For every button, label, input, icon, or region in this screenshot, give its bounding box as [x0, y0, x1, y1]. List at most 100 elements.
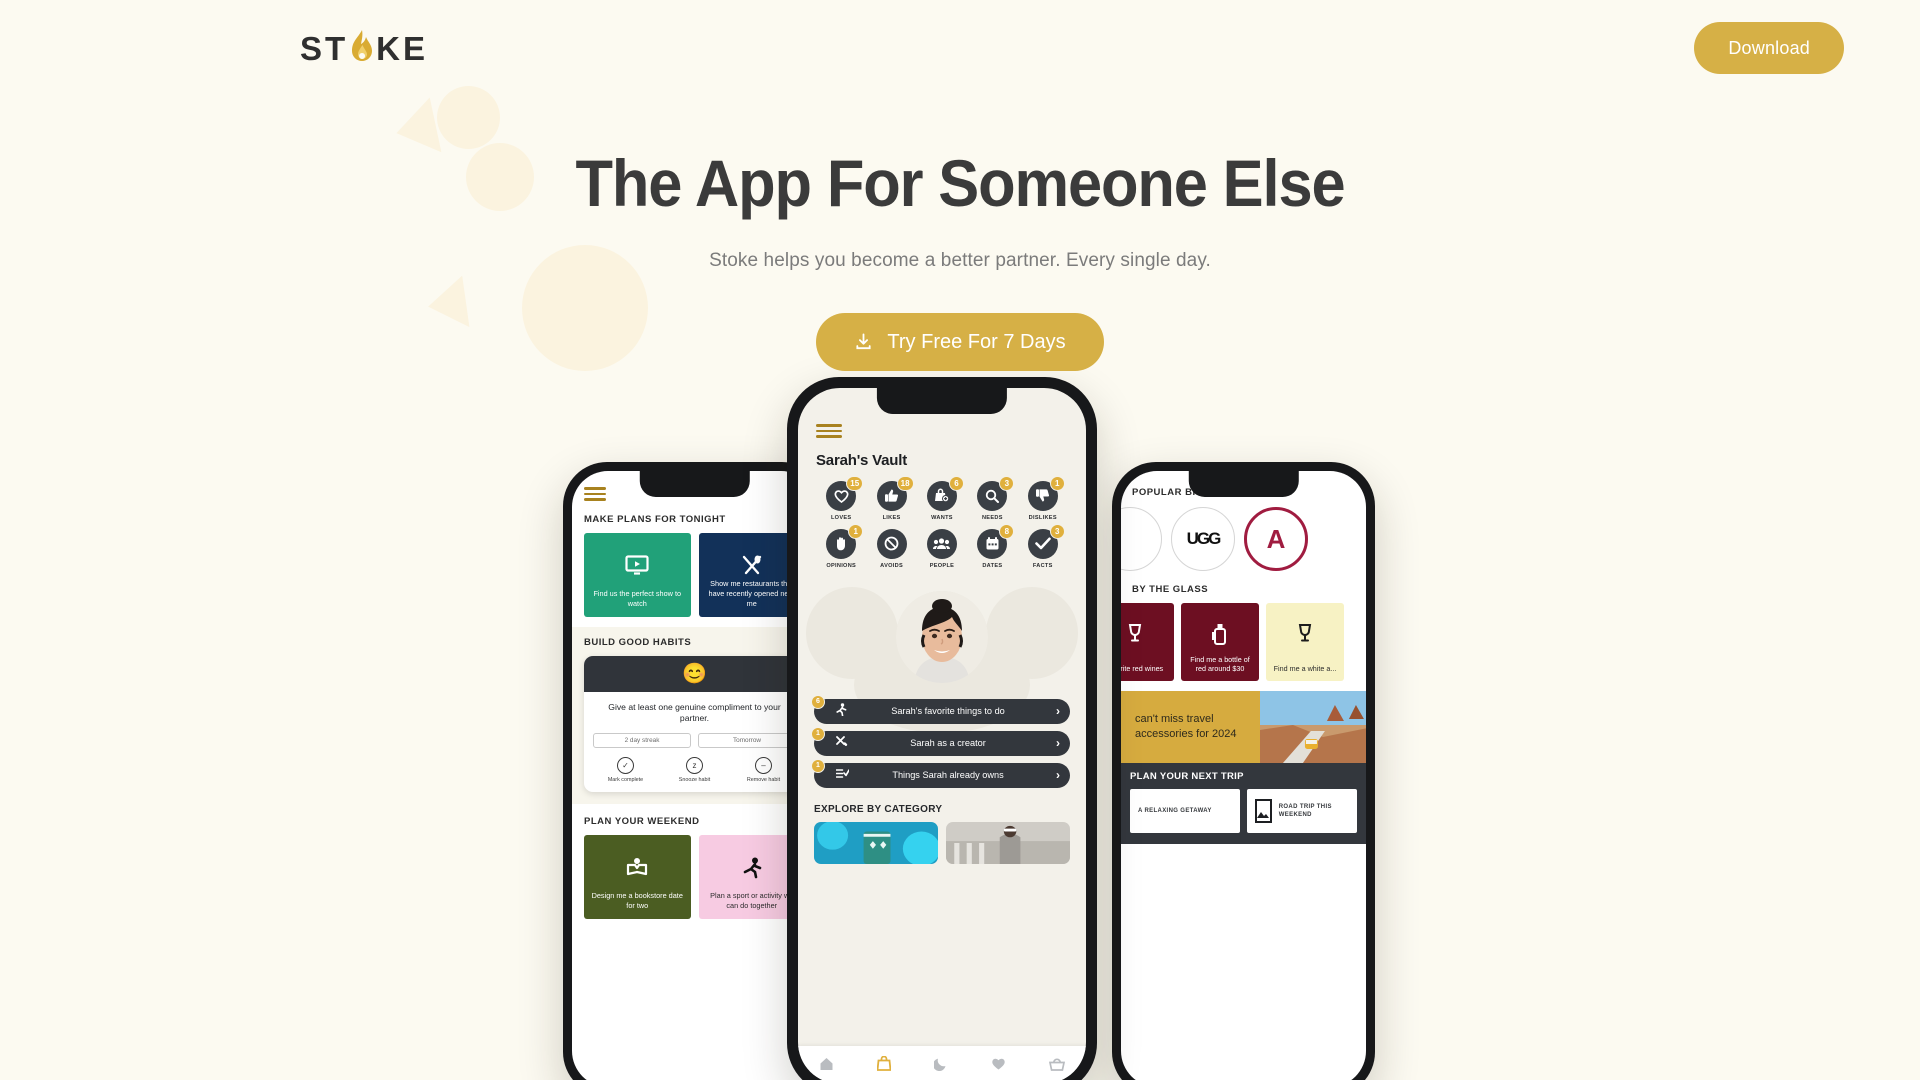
trip-card-label: ROAD TRIP THIS WEEKEND [1278, 803, 1332, 818]
minus-circle-icon: – [755, 756, 772, 774]
collection-list: 6 Sarah's favorite things to do › 1 Sara… [798, 694, 1086, 795]
brand-logo-ugg[interactable]: UGG [1171, 507, 1235, 571]
basket-icon[interactable] [1048, 1057, 1065, 1074]
category-badge: 3 [999, 475, 1015, 491]
category-grid: 15 LOVES 18 LIKES 6 WANTS 3 NEEDS 1 DISL… [816, 475, 1068, 577]
vault-title: Sarah's Vault [816, 451, 908, 469]
category-facts[interactable]: 3 FACTS [1018, 523, 1068, 569]
plan-next-trip-section: PLAN YOUR NEXT TRIP A RELAXING GETAWAY R… [1121, 763, 1366, 844]
no-entry-icon [876, 528, 907, 559]
phone-right-screen: POPULAR BRANDS UGG A BY THE GLASS rite r… [1121, 471, 1366, 1080]
calendar-icon: 8 [977, 523, 1015, 559]
category-likes[interactable]: 18 LIKES [866, 475, 916, 521]
category-label: OPINIONS [826, 562, 857, 569]
category-label: AVOIDS [880, 562, 903, 569]
explore-card-fashion[interactable] [946, 821, 1070, 864]
phone-mockups: MAKE PLANS FOR TONIGHT Find us the perfe… [0, 377, 1920, 1080]
brand-logo[interactable] [1121, 507, 1162, 571]
tile-find-show[interactable]: Find us the perfect show to watch [584, 532, 691, 617]
wine-bottle-icon [1211, 623, 1229, 652]
download-icon [854, 332, 873, 352]
wine-glass-icon [1127, 623, 1143, 650]
section-title-plan-weekend: PLAN YOUR WEEKEND [584, 815, 700, 827]
open-book-icon [626, 857, 648, 880]
brand-logo-a[interactable]: A [1244, 507, 1308, 571]
category-label: PEOPLE [929, 562, 955, 569]
home-icon[interactable] [819, 1057, 834, 1074]
collection-label: Sarah's favorite things to do [891, 706, 1005, 716]
phone-notch [639, 471, 750, 497]
brand-logo-row: UGG A [1121, 507, 1366, 571]
plan-weekend-tiles: Design me a bookstore date for two Plan … [584, 834, 805, 919]
video-player-icon [625, 554, 649, 578]
checklist-icon [835, 768, 850, 782]
logo-text-left: ST [300, 29, 349, 67]
collection-favorite-things[interactable]: 6 Sarah's favorite things to do › [811, 694, 1070, 724]
heart-icon[interactable] [991, 1057, 1006, 1073]
collection-badge: 6 [811, 694, 825, 709]
check-mark-icon: 3 [1027, 523, 1065, 559]
category-avoids[interactable]: AVOIDS [866, 528, 916, 569]
habit-action-snooze[interactable]: z Snooze habit [662, 756, 727, 783]
phone-notch [1188, 471, 1299, 497]
category-badge: 1 [848, 523, 864, 539]
flame-icon [349, 29, 375, 67]
promo-banner[interactable]: can't miss travel accessories for 2024 [1121, 691, 1366, 763]
collection-badge: 1 [811, 726, 825, 741]
category-loves[interactable]: 15 LOVES [816, 475, 866, 521]
habit-action-label: Remove habit [746, 776, 781, 783]
try-free-button[interactable]: Try Free For 7 Days [816, 313, 1104, 371]
logo-text-right: KE [376, 29, 429, 67]
hamburger-menu-icon[interactable] [584, 487, 606, 501]
category-badge: 8 [999, 523, 1015, 539]
search-icon: 3 [977, 475, 1015, 511]
section-title-build-habits: BUILD GOOD HABITS [584, 636, 692, 648]
category-label: LIKES [882, 514, 901, 521]
category-label: WANTS [931, 514, 953, 521]
hamburger-menu-icon[interactable] [816, 424, 842, 438]
download-button[interactable]: Download [1694, 22, 1844, 74]
fork-spoon-icon [741, 555, 763, 580]
tile-label: Show me restaurants that have recently o… [708, 578, 795, 608]
category-badge: 18 [896, 475, 914, 491]
profile-avatar-zone [798, 581, 1086, 733]
habit-action-mark-complete[interactable]: ✓ Mark complete [593, 756, 658, 783]
brand-logo[interactable]: ST KE [300, 26, 428, 70]
bag-icon[interactable] [876, 1055, 892, 1074]
moon-icon[interactable] [933, 1057, 948, 1074]
add-bag-icon: 6 [926, 475, 964, 511]
explore-card-row [798, 815, 1086, 864]
category-badge: 3 [1049, 523, 1065, 539]
tile-bookstore-date[interactable]: Design me a bookstore date for two [584, 834, 691, 919]
category-label: DISLIKES [1028, 514, 1057, 521]
check-circle-icon: ✓ [617, 756, 634, 774]
wine-card-white-wine[interactable]: Find me a white a... [1266, 603, 1344, 681]
tile-label: Design me a bookstore date for two [591, 891, 683, 910]
trip-card-road-trip[interactable]: ROAD TRIP THIS WEEKEND [1247, 789, 1357, 833]
category-dislikes[interactable]: 1 DISLIKES [1018, 475, 1068, 521]
habit-text: Give at least one genuine compliment to … [608, 701, 781, 724]
collection-badge: 1 [811, 758, 825, 773]
collection-already-owns[interactable]: 1 Things Sarah already owns › [811, 758, 1070, 788]
trip-card-relaxing-getaway[interactable]: A RELAXING GETAWAY [1130, 789, 1240, 833]
category-people[interactable]: PEOPLE [917, 528, 967, 569]
phone-left-screen: MAKE PLANS FOR TONIGHT Find us the perfe… [572, 471, 817, 1080]
wine-card-red-bottle[interactable]: Find me a bottle of red around $30 [1181, 603, 1259, 681]
page-title: The App For Someone Else [575, 146, 1345, 220]
wine-card-favorite-reds[interactable]: favorite red wines [1121, 603, 1174, 681]
category-dates[interactable]: 8 DATES [967, 523, 1017, 569]
chevron-right-icon: › [1056, 768, 1060, 782]
category-opinions[interactable]: 1 OPINIONS [816, 523, 866, 569]
phone-right: POPULAR BRANDS UGG A BY THE GLASS rite r… [1112, 462, 1375, 1080]
people-group-icon [926, 528, 957, 559]
category-wants[interactable]: 6 WANTS [917, 475, 967, 521]
explore-card-coffee[interactable] [814, 821, 938, 864]
make-plans-tiles: Find us the perfect show to watch Show m… [584, 532, 805, 617]
avatar[interactable] [896, 590, 988, 683]
runner-icon [741, 857, 763, 882]
category-needs[interactable]: 3 NEEDS [967, 475, 1017, 521]
section-title-explore-by-category: EXPLORE BY CATEGORY [814, 803, 943, 815]
habit-card[interactable]: 😊 Give at least one genuine compliment t… [584, 655, 805, 792]
collection-as-creator[interactable]: 1 Sarah as a creator › [811, 726, 1070, 756]
chevron-right-icon: › [1056, 704, 1060, 718]
